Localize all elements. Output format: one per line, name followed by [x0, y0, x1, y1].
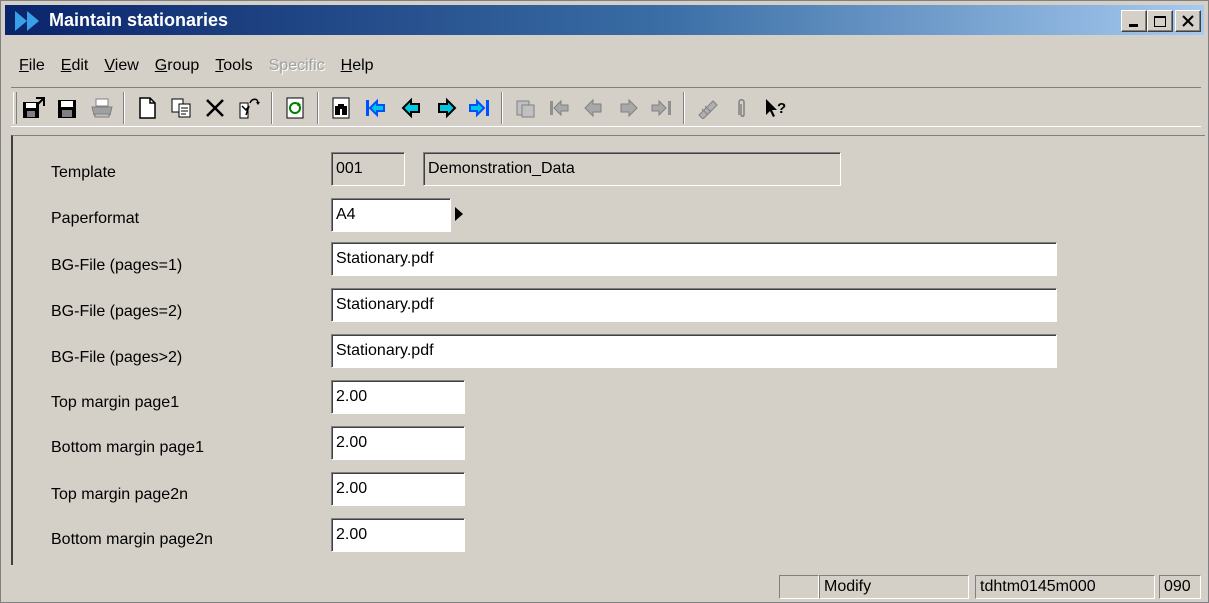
- menu-file[interactable]: File: [11, 53, 53, 79]
- next-group-button[interactable]: [613, 94, 643, 122]
- delete-button[interactable]: [201, 94, 231, 122]
- refresh-button[interactable]: [281, 94, 311, 122]
- toolbar-separator: [317, 92, 319, 124]
- copy-button[interactable]: [167, 94, 197, 122]
- last-group-button[interactable]: [647, 94, 677, 122]
- previous-group-button[interactable]: [579, 94, 609, 122]
- toolbar-separator: [123, 92, 125, 124]
- app-window: Maintain stationaries File Edit View Gro…: [0, 0, 1209, 603]
- next-record-icon: [438, 97, 457, 119]
- template-label: Template: [51, 164, 116, 181]
- menu-bar: File Edit View Group Tools Specific Help: [11, 53, 382, 79]
- new-button[interactable]: [133, 94, 163, 122]
- copy-icon: [171, 98, 191, 118]
- status-mode: Modify: [819, 575, 969, 599]
- notes-icon: [698, 100, 718, 119]
- last-record-icon: [469, 98, 489, 118]
- context-help-icon: ?: [766, 99, 786, 117]
- paperformat-field[interactable]: A4: [331, 198, 451, 232]
- minimize-icon: [1129, 24, 1138, 27]
- find-button[interactable]: [327, 94, 357, 122]
- bg-file-pages1-label: BG-File (pages=1): [51, 257, 183, 274]
- menu-specific[interactable]: Specific: [261, 53, 333, 79]
- save-and-exit-button[interactable]: [19, 94, 49, 122]
- find-icon: [332, 97, 350, 119]
- mark-icon: [239, 98, 260, 119]
- next-group-icon: [620, 98, 638, 118]
- attachment-icon: [738, 99, 745, 117]
- top-margin-page2n-field[interactable]: 2.00: [331, 472, 465, 506]
- last-group-icon: [651, 99, 671, 117]
- group-icon: [516, 100, 535, 118]
- paperformat-zoom-arrow-icon[interactable]: [454, 206, 464, 222]
- top-margin-page1-label: Top margin page1: [51, 394, 180, 411]
- print-button[interactable]: [87, 94, 117, 122]
- previous-record-icon: [401, 97, 420, 119]
- next-record-button[interactable]: [431, 94, 461, 122]
- save-and-exit-icon: [23, 97, 45, 118]
- first-group-icon: [550, 99, 569, 117]
- bottom-margin-page1-field[interactable]: 2.00: [331, 426, 465, 460]
- bg-file-pages2-label: BG-File (pages=2): [51, 303, 183, 320]
- close-button[interactable]: [1175, 10, 1201, 32]
- previous-group-icon: [584, 98, 602, 118]
- save-icon: [58, 100, 76, 118]
- maximize-icon: [1154, 16, 1166, 27]
- previous-record-button[interactable]: [397, 94, 427, 122]
- status-bar: Modify tdhtm0145m000 090: [5, 571, 1205, 601]
- menu-group[interactable]: Group: [147, 53, 207, 79]
- toolbar: ?: [11, 87, 1201, 127]
- bg-file-pages1-field[interactable]: Stationary.pdf: [331, 242, 1057, 276]
- print-icon: [91, 98, 113, 118]
- status-indicator: [779, 575, 819, 599]
- refresh-icon: [286, 97, 304, 119]
- toolbar-separator: [683, 92, 685, 124]
- bg-file-pagesgt2-label: BG-File (pages>2): [51, 349, 183, 366]
- template-code-field: 001: [331, 152, 405, 186]
- app-logo-icon: [15, 11, 39, 31]
- first-group-button[interactable]: [545, 94, 575, 122]
- context-help-button[interactable]: ?: [761, 94, 791, 122]
- first-record-button[interactable]: [361, 94, 391, 122]
- svg-text:?: ?: [777, 100, 786, 117]
- status-company: 090: [1159, 575, 1201, 599]
- bg-file-pages2-field[interactable]: Stationary.pdf: [331, 288, 1057, 322]
- mark-button[interactable]: [235, 94, 265, 122]
- delete-icon: [206, 99, 224, 117]
- menu-edit[interactable]: Edit: [53, 53, 97, 79]
- toolbar-separator: [271, 92, 273, 124]
- minimize-button[interactable]: [1121, 10, 1147, 32]
- group-button[interactable]: [511, 94, 541, 122]
- bg-file-pagesgt2-field[interactable]: Stationary.pdf: [331, 334, 1057, 368]
- maximize-button[interactable]: [1147, 10, 1173, 32]
- bottom-margin-page1-label: Bottom margin page1: [51, 439, 204, 456]
- bottom-margin-page2n-label: Bottom margin page2n: [51, 531, 213, 548]
- last-record-button[interactable]: [465, 94, 495, 122]
- menu-tools[interactable]: Tools: [207, 53, 260, 79]
- title-bar[interactable]: Maintain stationaries: [5, 5, 1204, 35]
- status-session-code: tdhtm0145m000: [975, 575, 1155, 599]
- template-description-field: Demonstration_Data: [423, 152, 841, 186]
- bottom-margin-page2n-field[interactable]: 2.00: [331, 518, 465, 552]
- toolbar-separator: [501, 92, 503, 124]
- first-record-icon: [366, 98, 385, 118]
- menu-help[interactable]: Help: [333, 53, 382, 79]
- menu-view[interactable]: View: [96, 53, 146, 79]
- paperformat-label: Paperformat: [51, 210, 140, 227]
- new-icon: [139, 97, 156, 119]
- top-margin-page1-field[interactable]: 2.00: [331, 380, 465, 414]
- close-icon: [1182, 15, 1194, 27]
- form-area: Template 001 Demonstration_Data Paperfor…: [11, 135, 1205, 565]
- window-title: Maintain stationaries: [49, 10, 229, 30]
- save-button[interactable]: [53, 94, 83, 122]
- top-margin-page2n-label: Top margin page2n: [51, 486, 188, 503]
- notes-button[interactable]: [693, 94, 723, 122]
- attachment-button[interactable]: [727, 94, 757, 122]
